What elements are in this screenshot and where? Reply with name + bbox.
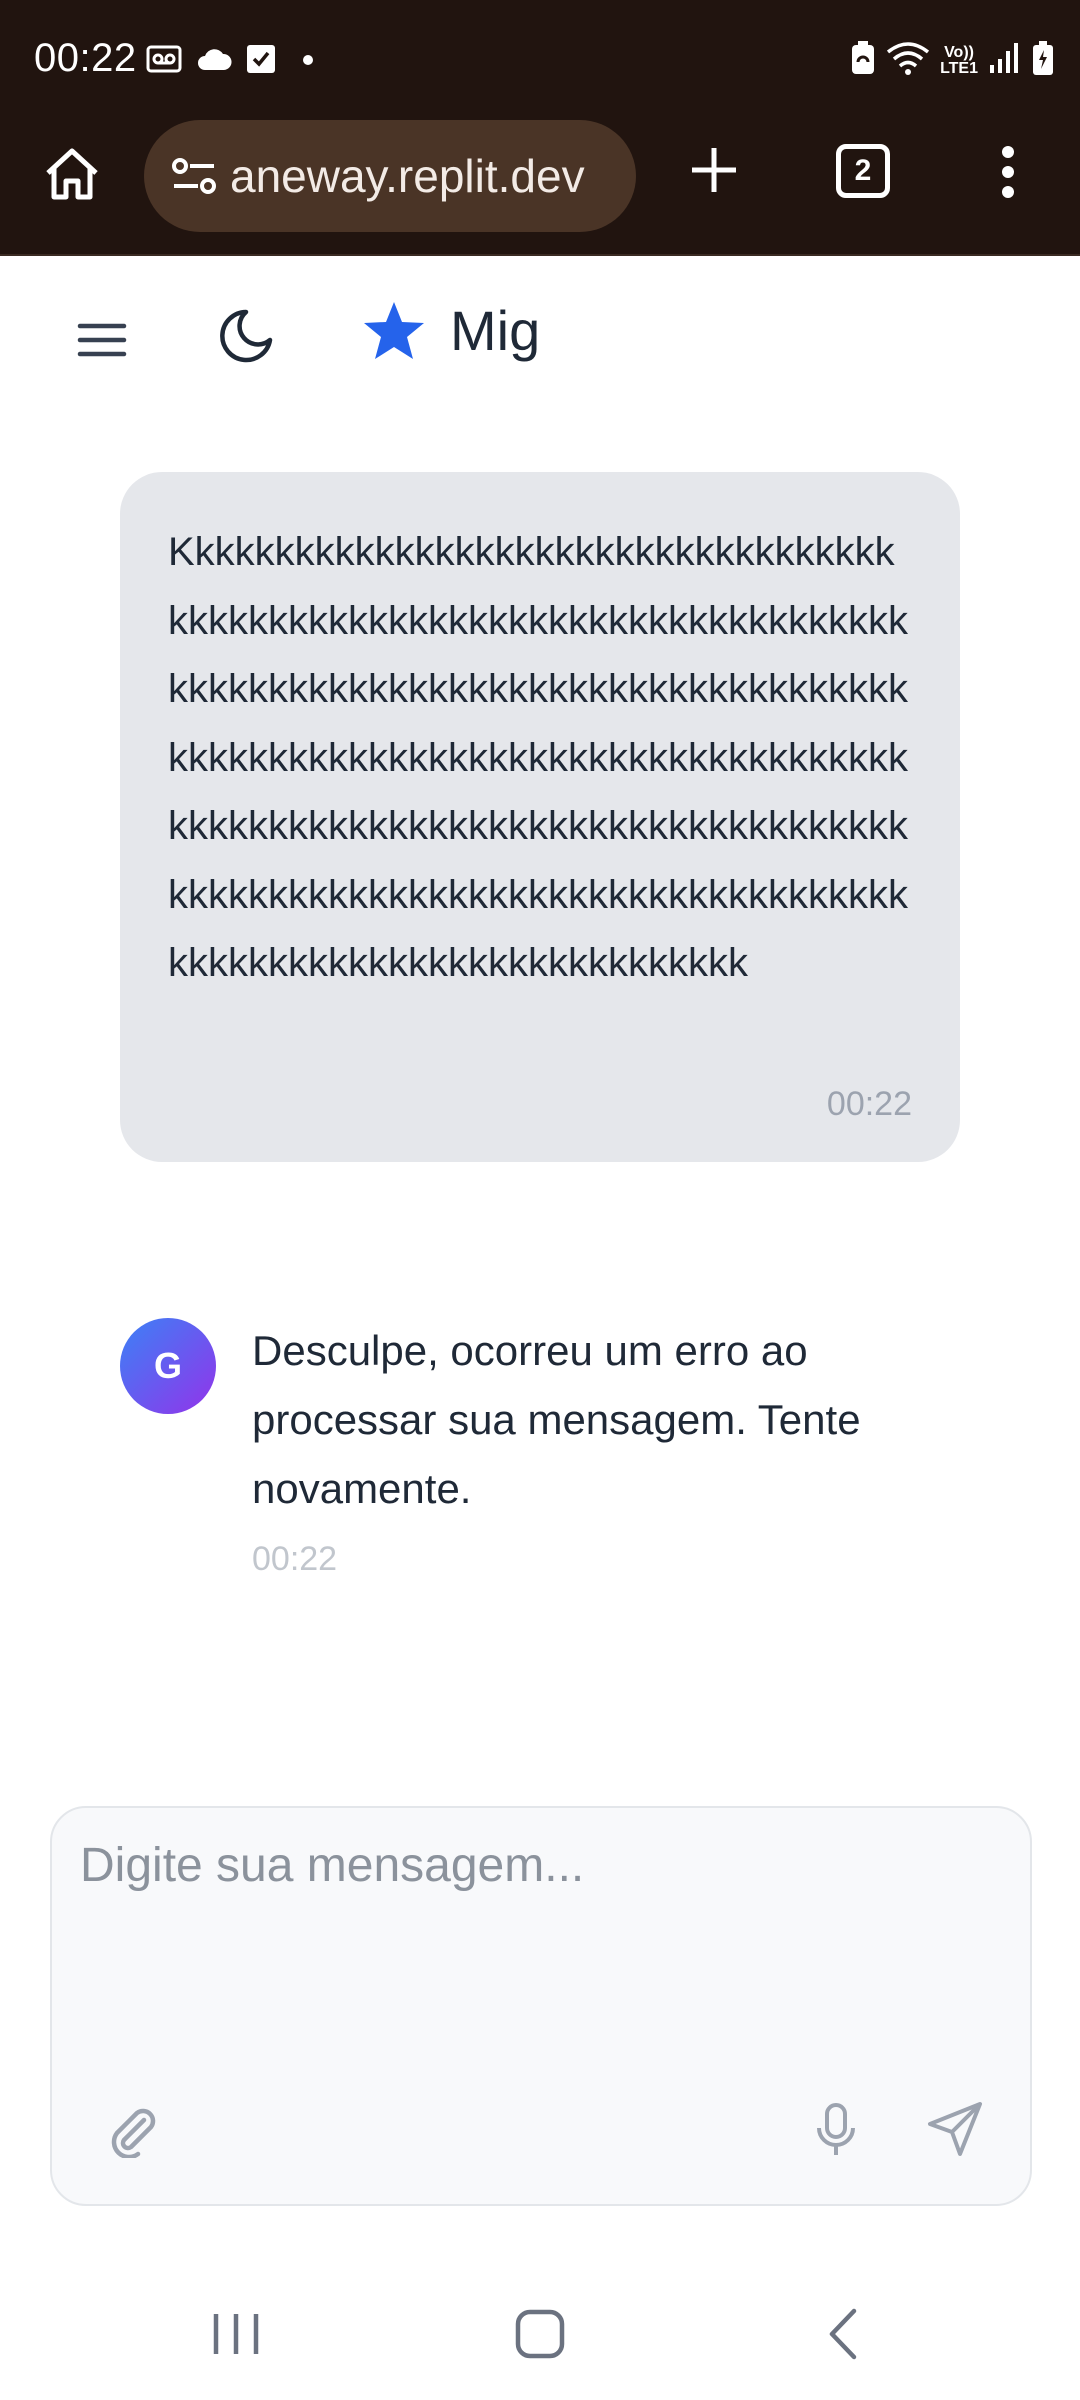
more-menu-button[interactable] (984, 140, 1032, 204)
navigation-bar (0, 2268, 1080, 2400)
home-button[interactable] (38, 140, 106, 208)
brand: Mig (362, 298, 540, 363)
assistant-message-time: 00:22 (252, 1540, 338, 1578)
url-bar[interactable]: aneway.replit.dev (144, 120, 636, 232)
status-time: 00:22 (34, 36, 137, 80)
wifi-icon (886, 40, 930, 81)
assistant-message-text: Desculpe, ocorreu um erro ao processar s… (252, 1327, 861, 1512)
microphone-icon (817, 2103, 855, 2155)
attach-button[interactable] (100, 2098, 164, 2162)
url-text[interactable]: aneway.replit.dev (230, 149, 585, 203)
status-left-icons (146, 44, 314, 79)
voicemail-icon (146, 44, 182, 79)
site-settings-icon[interactable] (164, 146, 224, 206)
menu-button[interactable] (70, 308, 134, 372)
user-message-time: 00:22 (826, 1085, 912, 1123)
plus-icon (692, 148, 736, 192)
send-button[interactable] (922, 2096, 988, 2162)
battery-icon (1032, 40, 1054, 81)
cloud-icon (196, 46, 232, 77)
user-message-bubble: Kkkkkkkkkkkkkkkkkkkkkkkkkkkkkkkkkkkkkkkk… (120, 472, 960, 1162)
system-home-button[interactable] (504, 2304, 576, 2364)
more-vertical-icon (1002, 146, 1014, 198)
signal-icon (988, 41, 1022, 80)
moon-icon (220, 309, 273, 363)
recents-icon (213, 2314, 259, 2354)
home-icon (46, 148, 98, 200)
avatar: G (120, 1318, 216, 1414)
dot-icon (302, 53, 314, 71)
status-bar: 00:22 Vo)) LTE1 (0, 0, 1080, 120)
app-title: Mig (450, 299, 541, 362)
tab-switcher-button[interactable]: 2 (836, 144, 890, 198)
app-header: Mig (0, 258, 1080, 408)
volte-line-1: Vo)) (944, 43, 974, 61)
home-square-icon (515, 2309, 565, 2359)
user-message-text: Kkkkkkkkkkkkkkkkkkkkkkkkkkkkkkkkkkkkkkkk… (168, 530, 908, 985)
hamburger-menu-icon (77, 323, 127, 357)
battery-saver-icon (850, 40, 876, 81)
new-tab-button[interactable] (680, 136, 748, 204)
browser-toolbar: aneway.replit.dev 2 (0, 120, 1080, 256)
microphone-button[interactable] (804, 2098, 868, 2162)
recents-button[interactable] (200, 2306, 272, 2362)
message-composer (50, 1806, 1032, 2206)
send-icon (928, 2102, 982, 2156)
checkbox-icon (246, 44, 276, 79)
status-right-icons: Vo)) LTE1 (850, 40, 1054, 81)
volte-line-2: LTE1 (940, 59, 978, 77)
star-icon (364, 301, 424, 359)
theme-toggle-button[interactable] (210, 302, 280, 372)
message-input[interactable] (80, 1838, 1000, 2008)
back-chevron-icon (829, 2308, 857, 2360)
back-button[interactable] (806, 2304, 878, 2364)
volte-icon: Vo)) LTE1 (940, 43, 978, 77)
paperclip-icon (111, 2108, 156, 2158)
